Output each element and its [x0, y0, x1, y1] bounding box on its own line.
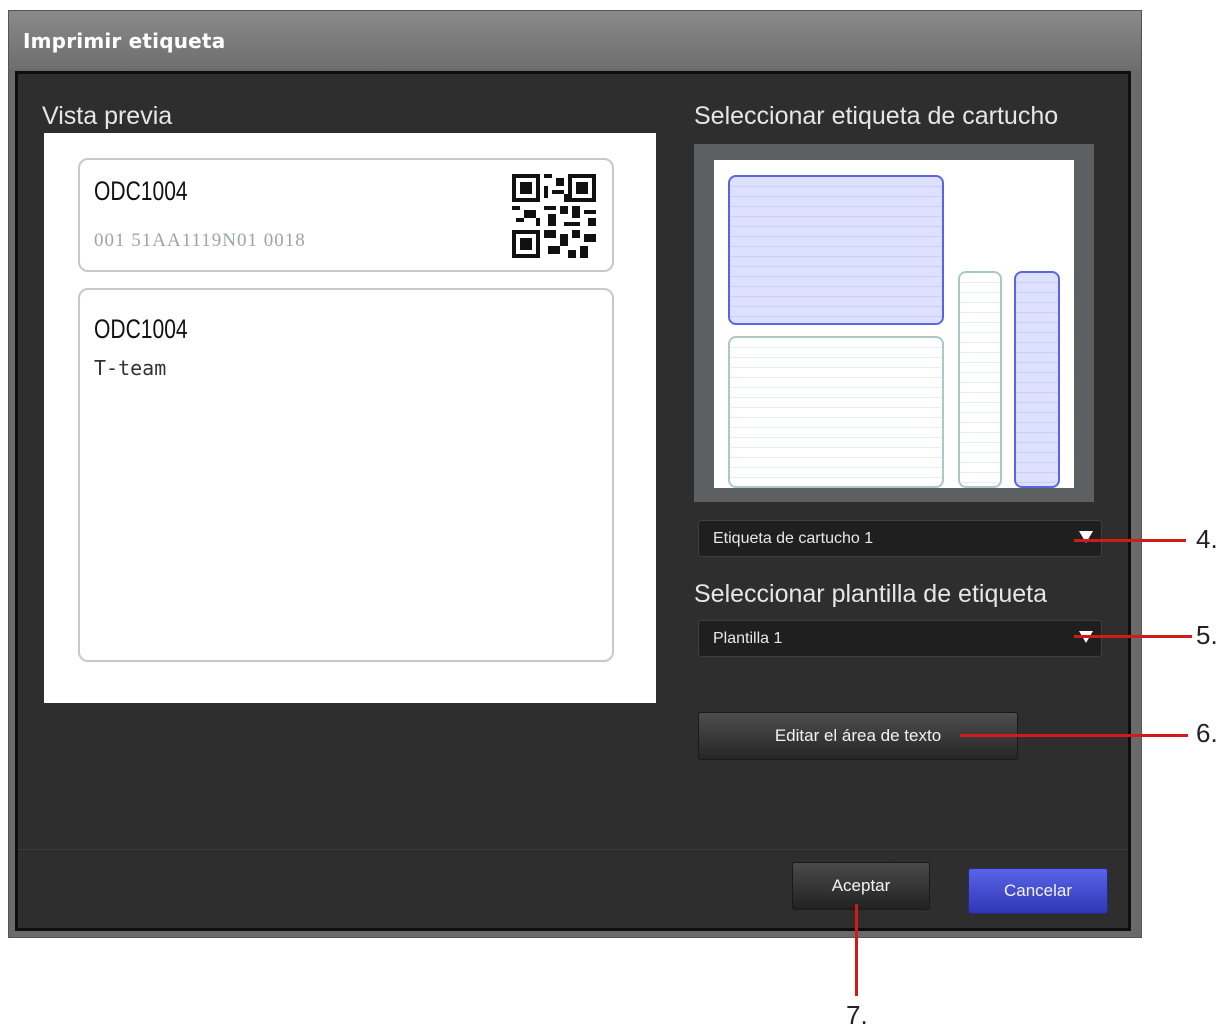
cartridge-label-dropdown-value: Etiqueta de cartucho 1 [713, 530, 874, 547]
callout-number-7: 7. [846, 1000, 868, 1030]
title-bar: Imprimir etiqueta [9, 11, 1141, 69]
preview-heading: Vista previa [42, 102, 173, 130]
cartridge-layout-preview [714, 160, 1074, 488]
label-template-dropdown[interactable]: Plantilla 1 [698, 620, 1102, 657]
callout-number-5: 5. [1196, 620, 1218, 650]
preview-bottom-label: ODC1004 T-team [78, 288, 614, 662]
callout-number-4: 4. [1196, 524, 1218, 554]
accept-button[interactable]: Aceptar [792, 862, 930, 910]
footer-divider [18, 849, 1128, 850]
qr-code-icon [512, 174, 596, 258]
callout-line-6 [960, 734, 1188, 737]
callout-line-7 [855, 904, 858, 996]
cartridge-label-heading: Seleccionar etiqueta de cartucho [694, 102, 1059, 130]
label-template-dropdown-value: Plantilla 1 [713, 630, 783, 647]
bottom-label-team: T-team [94, 356, 167, 380]
cartridge-slot-side-left[interactable] [958, 271, 1002, 488]
bottom-label-code: ODC1004 [94, 314, 188, 344]
cartridge-slot-side-right[interactable] [1014, 271, 1060, 488]
cancel-button[interactable]: Cancelar [968, 868, 1108, 914]
dialog-title: Imprimir etiqueta [23, 29, 226, 53]
top-label-code: ODC1004 [94, 176, 188, 206]
top-label-serial: 001 51AA1119N01 0018 [94, 230, 306, 251]
callout-line-5 [1074, 635, 1192, 638]
callout-number-6: 6. [1196, 718, 1218, 748]
callout-line-4 [1074, 539, 1186, 542]
label-preview: ODC1004 001 51AA1119N01 0018 ODC1004 T-t… [44, 133, 656, 703]
dialog-body: Vista previa ODC1004 001 51AA1119N01 001… [15, 71, 1131, 931]
preview-top-label: ODC1004 001 51AA1119N01 0018 [78, 158, 614, 272]
cartridge-slot-top-label[interactable] [728, 175, 944, 325]
label-template-heading: Seleccionar plantilla de etiqueta [694, 580, 1048, 608]
cartridge-slot-bottom-label[interactable] [728, 336, 944, 488]
print-label-dialog: Imprimir etiqueta Vista previa ODC1004 0… [8, 10, 1142, 938]
cartridge-label-dropdown[interactable]: Etiqueta de cartucho 1 [698, 520, 1102, 557]
